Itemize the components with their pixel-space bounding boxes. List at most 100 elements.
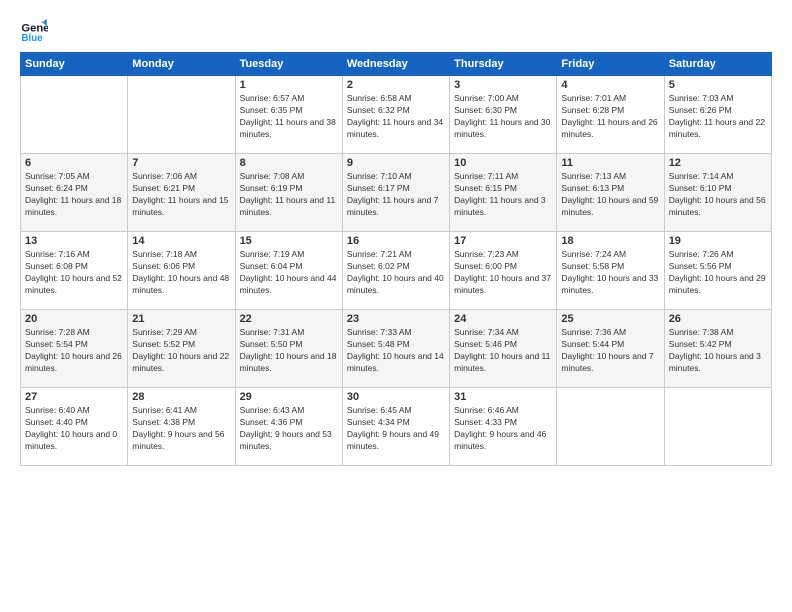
day-info: Sunrise: 7:21 AMSunset: 6:02 PMDaylight:… [347,249,445,297]
day-info: Sunrise: 7:05 AMSunset: 6:24 PMDaylight:… [25,171,123,219]
calendar-cell [21,76,128,154]
calendar-cell: 14 Sunrise: 7:18 AMSunset: 6:06 PMDayligh… [128,232,235,310]
calendar-cell: 17 Sunrise: 7:23 AMSunset: 6:00 PMDayligh… [450,232,557,310]
day-info: Sunrise: 7:34 AMSunset: 5:46 PMDaylight:… [454,327,552,375]
day-info: Sunrise: 6:45 AMSunset: 4:34 PMDaylight:… [347,405,445,453]
header-monday: Monday [128,53,235,76]
day-info: Sunrise: 7:36 AMSunset: 5:44 PMDaylight:… [561,327,659,375]
calendar-cell: 7 Sunrise: 7:06 AMSunset: 6:21 PMDaylight… [128,154,235,232]
day-info: Sunrise: 7:06 AMSunset: 6:21 PMDaylight:… [132,171,230,219]
calendar-cell [557,388,664,466]
calendar-cell: 12Sunrise: 7:14 AMSunset: 6:10 PMDayligh… [664,154,771,232]
header-friday: Friday [557,53,664,76]
calendar-cell: 8 Sunrise: 7:08 AMSunset: 6:19 PMDaylight… [235,154,342,232]
day-number: 13 [25,235,123,247]
day-number: 22 [240,313,338,325]
day-info: Sunrise: 7:31 AMSunset: 5:50 PMDaylight:… [240,327,338,375]
day-info: Sunrise: 7:23 AMSunset: 6:00 PMDaylight:… [454,249,552,297]
day-info: Sunrise: 7:38 AMSunset: 5:42 PMDaylight:… [669,327,767,375]
day-info: Sunrise: 6:46 AMSunset: 4:33 PMDaylight:… [454,405,552,453]
day-info: Sunrise: 7:26 AMSunset: 5:56 PMDaylight:… [669,249,767,297]
day-number: 10 [454,157,552,169]
calendar-cell: 11 Sunrise: 7:13 AMSunset: 6:13 PMDayligh… [557,154,664,232]
calendar-page: General Blue SundayMondayTuesdayWednesda… [0,0,792,612]
day-number: 26 [669,313,767,325]
day-info: Sunrise: 7:19 AMSunset: 6:04 PMDaylight:… [240,249,338,297]
day-info: Sunrise: 6:41 AMSunset: 4:38 PMDaylight:… [132,405,230,453]
day-number: 12 [669,157,767,169]
day-info: Sunrise: 6:40 AMSunset: 4:40 PMDaylight:… [25,405,123,453]
week-row-4: 20Sunrise: 7:28 AMSunset: 5:54 PMDayligh… [21,310,772,388]
calendar-cell: 27 Sunrise: 6:40 AMSunset: 4:40 PMDayligh… [21,388,128,466]
day-number: 19 [669,235,767,247]
calendar-cell: 16Sunrise: 7:21 AMSunset: 6:02 PMDayligh… [342,232,449,310]
header-wednesday: Wednesday [342,53,449,76]
calendar-cell: 19 Sunrise: 7:26 AMSunset: 5:56 PMDayligh… [664,232,771,310]
calendar-cell: 3Sunrise: 7:00 AMSunset: 6:30 PMDaylight… [450,76,557,154]
week-row-3: 13 Sunrise: 7:16 AMSunset: 6:08 PMDayligh… [21,232,772,310]
day-info: Sunrise: 7:00 AMSunset: 6:30 PMDaylight:… [454,93,552,141]
calendar-cell: 4Sunrise: 7:01 AMSunset: 6:28 PMDaylight… [557,76,664,154]
day-info: Sunrise: 6:43 AMSunset: 4:36 PMDaylight:… [240,405,338,453]
day-number: 21 [132,313,230,325]
day-number: 15 [240,235,338,247]
header-tuesday: Tuesday [235,53,342,76]
day-info: Sunrise: 7:28 AMSunset: 5:54 PMDaylight:… [25,327,123,375]
day-number: 24 [454,313,552,325]
logo-icon: General Blue [20,16,48,44]
calendar-cell: 1 Sunrise: 6:57 AMSunset: 6:35 PMDaylight… [235,76,342,154]
calendar-cell: 31 Sunrise: 6:46 AMSunset: 4:33 PMDayligh… [450,388,557,466]
calendar-cell: 10Sunrise: 7:11 AMSunset: 6:15 PMDayligh… [450,154,557,232]
calendar-cell: 22 Sunrise: 7:31 AMSunset: 5:50 PMDayligh… [235,310,342,388]
day-number: 7 [132,157,230,169]
calendar-cell: 6 Sunrise: 7:05 AMSunset: 6:24 PMDaylight… [21,154,128,232]
day-info: Sunrise: 7:29 AMSunset: 5:52 PMDaylight:… [132,327,230,375]
day-info: Sunrise: 7:08 AMSunset: 6:19 PMDaylight:… [240,171,338,219]
day-info: Sunrise: 7:33 AMSunset: 5:48 PMDaylight:… [347,327,445,375]
calendar-cell: 26 Sunrise: 7:38 AMSunset: 5:42 PMDayligh… [664,310,771,388]
day-number: 11 [561,157,659,169]
calendar-cell: 24 Sunrise: 7:34 AMSunset: 5:46 PMDayligh… [450,310,557,388]
header-thursday: Thursday [450,53,557,76]
day-info: Sunrise: 7:13 AMSunset: 6:13 PMDaylight:… [561,171,659,219]
day-number: 9 [347,157,445,169]
day-number: 8 [240,157,338,169]
day-number: 1 [240,79,338,91]
day-number: 17 [454,235,552,247]
day-number: 27 [25,391,123,403]
header-row: SundayMondayTuesdayWednesdayThursdayFrid… [21,53,772,76]
calendar-cell [664,388,771,466]
calendar-cell: 18 Sunrise: 7:24 AMSunset: 5:58 PMDayligh… [557,232,664,310]
day-number: 2 [347,79,445,91]
day-number: 18 [561,235,659,247]
day-number: 28 [132,391,230,403]
calendar-cell: 13 Sunrise: 7:16 AMSunset: 6:08 PMDayligh… [21,232,128,310]
day-info: Sunrise: 6:57 AMSunset: 6:35 PMDaylight:… [240,93,338,141]
logo: General Blue [20,16,52,44]
day-info: Sunrise: 7:03 AMSunset: 6:26 PMDaylight:… [669,93,767,141]
calendar-body: 1 Sunrise: 6:57 AMSunset: 6:35 PMDaylight… [21,76,772,466]
header: General Blue [20,16,772,44]
week-row-1: 1 Sunrise: 6:57 AMSunset: 6:35 PMDaylight… [21,76,772,154]
day-info: Sunrise: 7:16 AMSunset: 6:08 PMDaylight:… [25,249,123,297]
calendar-cell: 23 Sunrise: 7:33 AMSunset: 5:48 PMDayligh… [342,310,449,388]
day-info: Sunrise: 7:18 AMSunset: 6:06 PMDaylight:… [132,249,230,297]
week-row-5: 27 Sunrise: 6:40 AMSunset: 4:40 PMDayligh… [21,388,772,466]
day-number: 6 [25,157,123,169]
day-number: 5 [669,79,767,91]
svg-text:Blue: Blue [21,33,43,44]
calendar-cell: 15 Sunrise: 7:19 AMSunset: 6:04 PMDayligh… [235,232,342,310]
calendar-cell: 9Sunrise: 7:10 AMSunset: 6:17 PMDaylight… [342,154,449,232]
calendar-cell [128,76,235,154]
day-number: 31 [454,391,552,403]
day-number: 14 [132,235,230,247]
day-info: Sunrise: 7:01 AMSunset: 6:28 PMDaylight:… [561,93,659,141]
calendar-cell: 5 Sunrise: 7:03 AMSunset: 6:26 PMDaylight… [664,76,771,154]
day-number: 23 [347,313,445,325]
day-info: Sunrise: 6:58 AMSunset: 6:32 PMDaylight:… [347,93,445,141]
day-info: Sunrise: 7:24 AMSunset: 5:58 PMDaylight:… [561,249,659,297]
header-saturday: Saturday [664,53,771,76]
calendar-cell: 28 Sunrise: 6:41 AMSunset: 4:38 PMDayligh… [128,388,235,466]
calendar-cell: 21 Sunrise: 7:29 AMSunset: 5:52 PMDayligh… [128,310,235,388]
calendar-cell: 2 Sunrise: 6:58 AMSunset: 6:32 PMDaylight… [342,76,449,154]
